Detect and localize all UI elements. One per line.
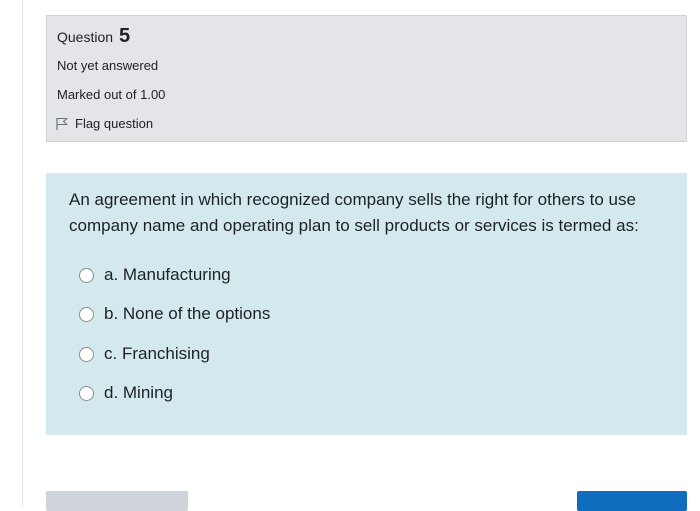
question-number: 5 [118, 25, 131, 47]
answer-label-a: a. Manufacturing [104, 265, 231, 284]
page-left-border [22, 0, 23, 507]
question-heading: Question 5 [57, 25, 130, 48]
answer-option-b[interactable]: b. None of the options [79, 304, 270, 324]
answer-label-c: c. Franchising [104, 344, 210, 363]
flag-icon [55, 117, 69, 131]
question-label: Question [57, 29, 114, 45]
question-grade: Marked out of 1.00 [57, 87, 166, 102]
previous-page-button[interactable] [46, 491, 188, 511]
radio-d[interactable] [79, 385, 94, 401]
answer-option-a[interactable]: a. Manufacturing [79, 265, 231, 285]
question-content-panel: An agreement in which recognized company… [46, 173, 687, 435]
answer-option-d[interactable]: d. Mining [79, 383, 173, 403]
answer-label-d: d. Mining [104, 383, 173, 402]
radio-a[interactable] [79, 267, 94, 283]
question-info-panel: Question 5 Not yet answered Marked out o… [46, 15, 687, 142]
answer-option-c[interactable]: c. Franchising [79, 344, 210, 364]
question-text: An agreement in which recognized company… [69, 190, 639, 235]
radio-b[interactable] [79, 306, 94, 322]
flag-question-label: Flag question [75, 116, 154, 131]
next-page-button[interactable] [577, 491, 687, 511]
answer-label-b: b. None of the options [104, 304, 271, 323]
question-state: Not yet answered [57, 58, 159, 73]
radio-c[interactable] [79, 346, 94, 362]
flag-question-link[interactable]: Flag question [55, 116, 153, 131]
